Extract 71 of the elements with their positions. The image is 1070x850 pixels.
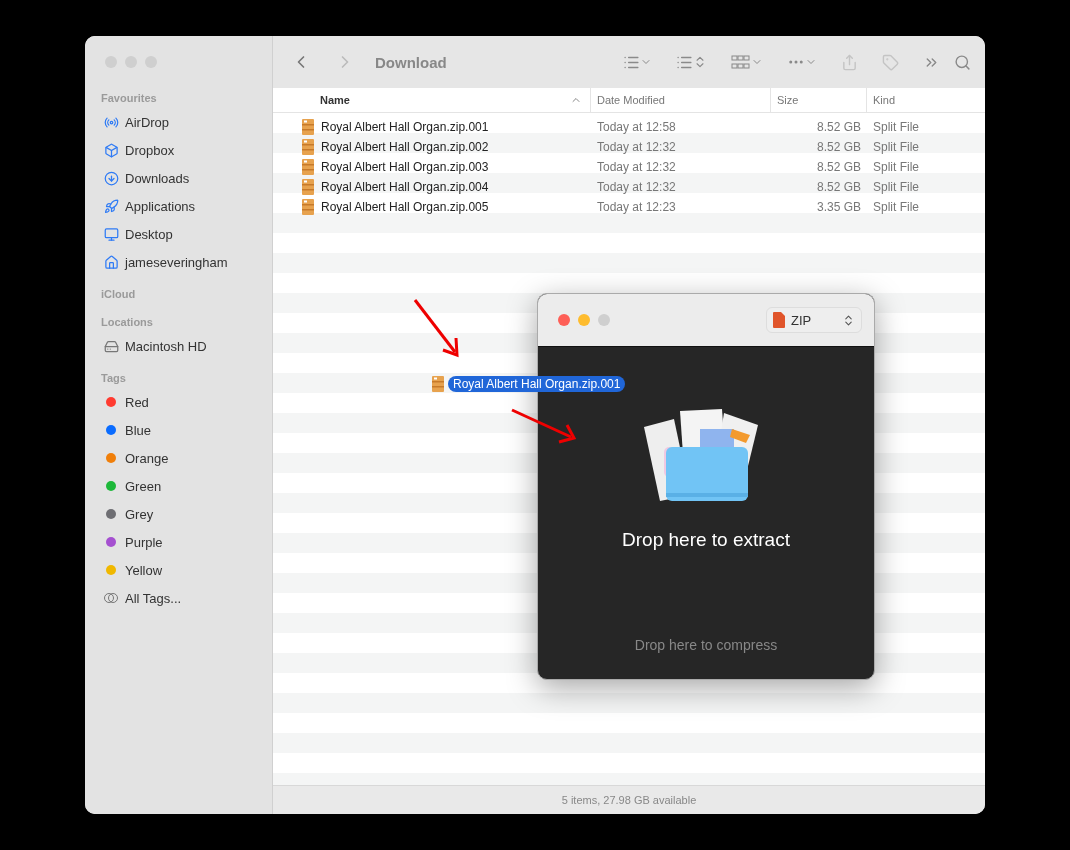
sidebar-item[interactable]: Blue xyxy=(125,422,152,438)
tags-icon xyxy=(103,592,119,604)
sidebar-heading: iCloud xyxy=(100,287,137,302)
sidebar-item[interactable]: Applications xyxy=(125,198,196,214)
table-cell: Today at 12:32 xyxy=(597,140,676,154)
archive-file-icon xyxy=(431,376,445,392)
file-name[interactable]: Royal Albert Hall Organ.zip.001 xyxy=(321,120,489,134)
sidebar-item[interactable]: jameseveringham xyxy=(125,254,228,270)
sidebar-item[interactable]: Yellow xyxy=(125,562,163,578)
column-heading[interactable]: Kind xyxy=(873,94,896,106)
table-cell: Split File xyxy=(873,140,919,154)
stepper-icon xyxy=(842,313,855,327)
archive-file-icon xyxy=(301,179,315,195)
table-cell: Today at 12:58 xyxy=(597,120,676,134)
window-control[interactable] xyxy=(558,314,570,326)
search-icon[interactable] xyxy=(954,53,971,71)
home-icon xyxy=(103,254,119,270)
sidebar-item[interactable]: Grey xyxy=(125,506,154,522)
sidebar-item[interactable]: All Tags... xyxy=(125,590,182,606)
table-cell: 3.35 GB xyxy=(816,200,861,214)
compress-prompt: Drop here to compress xyxy=(634,637,778,653)
table-cell: 8.52 GB xyxy=(816,160,861,174)
file-name[interactable]: Royal Albert Hall Organ.zip.002 xyxy=(321,140,489,154)
sidebar-item[interactable]: Macintosh HD xyxy=(125,338,207,354)
table-cell: Today at 12:23 xyxy=(597,200,676,214)
window-title: Download xyxy=(375,53,448,71)
file-name[interactable]: Royal Albert Hall Organ.zip.003 xyxy=(321,160,489,174)
sidebar-item[interactable]: Orange xyxy=(125,450,169,466)
file-name[interactable]: Royal Albert Hall Organ.zip.005 xyxy=(321,200,489,214)
rocket-icon xyxy=(103,198,119,214)
column-heading[interactable]: Size xyxy=(777,94,799,106)
sidebar-item[interactable]: AirDrop xyxy=(125,114,170,130)
tag-icon[interactable] xyxy=(882,53,899,71)
extract-prompt: Drop here to extract xyxy=(622,529,790,551)
table-cell: Split File xyxy=(873,120,919,134)
sidebar-heading: Locations xyxy=(100,315,154,330)
column-heading[interactable]: Date Modified xyxy=(597,94,665,106)
table-cell: Split File xyxy=(873,200,919,214)
download-icon xyxy=(103,170,119,186)
archive-file-icon xyxy=(301,119,315,135)
sidebar-item[interactable]: Downloads xyxy=(125,170,190,186)
window-control[interactable] xyxy=(598,314,610,326)
sidebar-item[interactable]: Green xyxy=(125,478,162,494)
table-cell: 8.52 GB xyxy=(816,180,861,194)
column-heading[interactable]: Name xyxy=(320,94,350,106)
table-cell: 8.52 GB xyxy=(816,140,861,154)
archive-file-icon xyxy=(301,199,315,215)
file-name[interactable]: Royal Albert Hall Organ.zip.004 xyxy=(321,180,489,194)
sidebar-item[interactable]: Dropbox xyxy=(125,142,175,158)
sidebar-heading: Tags xyxy=(100,371,127,386)
table-cell: 8.52 GB xyxy=(816,120,861,134)
window-control[interactable] xyxy=(578,314,590,326)
archive-file-icon xyxy=(301,159,315,175)
sidebar-item[interactable]: Desktop xyxy=(125,226,173,242)
sidebar-item[interactable]: Purple xyxy=(125,534,163,550)
share-icon[interactable] xyxy=(841,53,858,71)
sidebar-heading: Favourites xyxy=(100,91,158,106)
box-icon xyxy=(103,142,119,158)
table-cell: Split File xyxy=(873,180,919,194)
arrow xyxy=(509,406,579,444)
sidebar-item[interactable]: Red xyxy=(125,394,149,410)
status-text: 5 items, 27.98 GB available xyxy=(561,794,697,806)
grid-icon[interactable] xyxy=(731,55,763,69)
document-icon xyxy=(773,312,785,328)
format-selector[interactable]: ZIP xyxy=(766,307,862,333)
table-cell: Today at 12:32 xyxy=(597,160,676,174)
monitor-icon xyxy=(103,226,119,242)
archive-file-icon xyxy=(301,139,315,155)
dragged-file-name: Royal Albert Hall Organ.zip.001 xyxy=(448,376,626,392)
table-cell: Today at 12:32 xyxy=(597,180,676,194)
table-cell: Split File xyxy=(873,160,919,174)
